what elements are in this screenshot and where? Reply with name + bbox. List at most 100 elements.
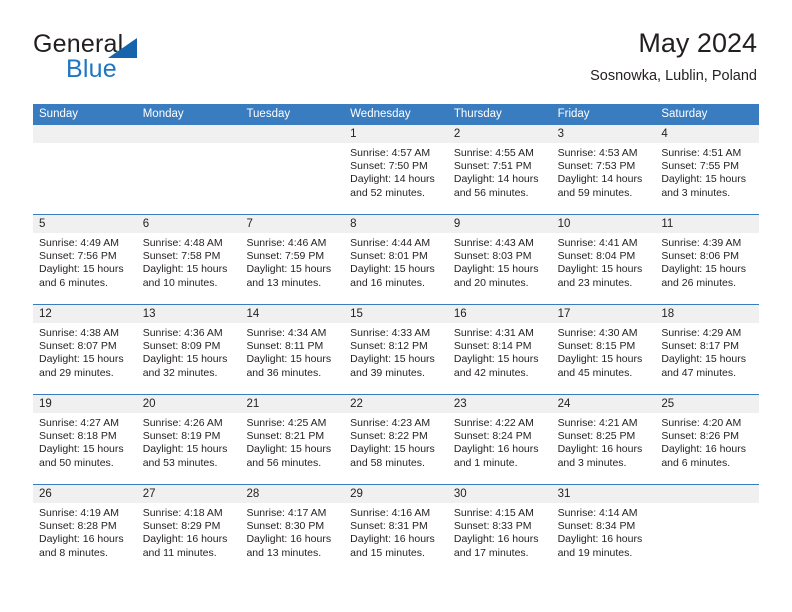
- daylight-text-line1: Daylight: 15 hours: [142, 353, 228, 366]
- general-blue-logo[interactable]: General Blue: [33, 32, 253, 92]
- day-cell[interactable]: 9 Sunrise: 4:43 AM Sunset: 8:03 PM Daylight…: [447, 215, 552, 304]
- daylight-text-line1: Daylight: 16 hours: [661, 443, 746, 456]
- day-cell-empty: [136, 125, 241, 214]
- day-cell[interactable]: 25 Sunrise: 4:20 AM Sunset: 8:26 PM Dayligh…: [655, 395, 760, 484]
- day-sun-info: Sunrise: 4:36 AM Sunset: 8:09 PM Daylight:…: [137, 323, 241, 380]
- day-cell[interactable]: 14 Sunrise: 4:34 AM Sunset: 8:11 PM Dayligh…: [240, 305, 345, 394]
- sunrise-text: Sunrise: 4:49 AM: [39, 237, 119, 249]
- day-number: 27: [136, 485, 241, 503]
- daylight-text-line2: and 45 minutes.: [557, 366, 633, 379]
- day-number: 15: [344, 305, 448, 323]
- daylight-text-line1: Daylight: 15 hours: [453, 263, 539, 276]
- day-cell-empty: [33, 125, 137, 214]
- day-sun-info: Sunrise: 4:29 AM Sunset: 8:17 PM Daylight:…: [655, 323, 759, 380]
- day-cell-empty: [240, 125, 345, 214]
- day-number: 10: [551, 215, 656, 233]
- day-cell[interactable]: 26 Sunrise: 4:19 AM Sunset: 8:28 PM Dayligh…: [33, 485, 137, 574]
- day-cell[interactable]: 23 Sunrise: 4:22 AM Sunset: 8:24 PM Dayligh…: [447, 395, 552, 484]
- day-number: 17: [551, 305, 656, 323]
- daylight-text-line2: and 47 minutes.: [661, 366, 737, 379]
- day-cell[interactable]: 11 Sunrise: 4:39 AM Sunset: 8:06 PM Dayligh…: [655, 215, 760, 304]
- day-number: 13: [136, 305, 241, 323]
- daylight-text-line1: Daylight: 15 hours: [350, 263, 435, 276]
- calendar-grid: Sunday Monday Tuesday Wednesday Thursday Frid…: [33, 104, 760, 574]
- day-cell[interactable]: 3 Sunrise: 4:53 AM Sunset: 7:53 PM Daylight…: [551, 125, 656, 214]
- weekday-header-row: Sunday Monday Tuesday Wednesday Thursday Frid…: [33, 104, 759, 125]
- sunset-text: Sunset: 8:24 PM: [453, 430, 532, 443]
- sunrise-text: Sunrise: 4:15 AM: [453, 507, 534, 519]
- day-number: 22: [344, 395, 448, 413]
- day-cell[interactable]: 5 Sunrise: 4:49 AM Sunset: 7:56 PM Daylight…: [33, 215, 137, 304]
- day-cell[interactable]: 24 Sunrise: 4:21 AM Sunset: 8:25 PM Dayligh…: [551, 395, 656, 484]
- weekday-header-saturday: Saturday: [661, 108, 708, 120]
- sunset-text: Sunset: 8:26 PM: [661, 430, 739, 443]
- day-cell[interactable]: 7 Sunrise: 4:46 AM Sunset: 7:59 PM Daylight…: [240, 215, 345, 304]
- sunset-text: Sunset: 8:22 PM: [350, 430, 428, 443]
- sunset-text: Sunset: 8:25 PM: [557, 430, 636, 443]
- day-cell[interactable]: 30 Sunrise: 4:15 AM Sunset: 8:33 PM Dayligh…: [447, 485, 552, 574]
- day-cell[interactable]: 10 Sunrise: 4:41 AM Sunset: 8:04 PM Dayligh…: [551, 215, 656, 304]
- daylight-text-line2: and 59 minutes.: [557, 186, 633, 199]
- page-header: General Blue May 2024 Sosnowka, Lublin, …: [33, 28, 757, 98]
- day-cell[interactable]: 22 Sunrise: 4:23 AM Sunset: 8:22 PM Dayligh…: [344, 395, 448, 484]
- day-sun-info: Sunrise: 4:38 AM Sunset: 8:07 PM Daylight:…: [33, 323, 137, 380]
- day-cell[interactable]: 27 Sunrise: 4:18 AM Sunset: 8:29 PM Dayligh…: [136, 485, 241, 574]
- daylight-text-line1: Daylight: 16 hours: [142, 533, 228, 546]
- day-cell[interactable]: 29 Sunrise: 4:16 AM Sunset: 8:31 PM Dayligh…: [344, 485, 448, 574]
- day-cell[interactable]: 20 Sunrise: 4:26 AM Sunset: 8:19 PM Dayligh…: [136, 395, 241, 484]
- title-block: May 2024 Sosnowka, Lublin, Poland: [590, 28, 757, 85]
- day-cell[interactable]: 17 Sunrise: 4:30 AM Sunset: 8:15 PM Dayligh…: [551, 305, 656, 394]
- sunrise-text: Sunrise: 4:33 AM: [350, 327, 431, 339]
- day-cell[interactable]: 1 Sunrise: 4:57 AM Sunset: 7:50 PM Daylight…: [344, 125, 448, 214]
- day-number: 30: [447, 485, 552, 503]
- weekday-header-wednesday: Wednesday: [350, 108, 411, 120]
- daylight-text-line2: and 52 minutes.: [350, 186, 425, 199]
- weekday-header-thursday: Thursday: [453, 108, 502, 120]
- sunset-text: Sunset: 8:28 PM: [39, 520, 117, 533]
- day-sun-info: Sunrise: 4:43 AM Sunset: 8:03 PM Daylight:…: [448, 233, 552, 290]
- sunset-text: Sunset: 7:53 PM: [557, 160, 636, 173]
- daylight-text-line2: and 23 minutes.: [557, 276, 633, 289]
- day-number: 1: [344, 125, 448, 143]
- day-number: 24: [551, 395, 656, 413]
- day-cell[interactable]: 4 Sunrise: 4:51 AM Sunset: 7:55 PM Daylight…: [655, 125, 760, 214]
- sunset-text: Sunset: 8:06 PM: [661, 250, 739, 263]
- sunrise-text: Sunrise: 4:21 AM: [557, 417, 638, 429]
- day-cell[interactable]: 21 Sunrise: 4:25 AM Sunset: 8:21 PM Dayligh…: [240, 395, 345, 484]
- day-cell[interactable]: 19 Sunrise: 4:27 AM Sunset: 8:18 PM Dayligh…: [33, 395, 137, 484]
- day-cell[interactable]: 12 Sunrise: 4:38 AM Sunset: 8:07 PM Dayligh…: [33, 305, 137, 394]
- daylight-text-line2: and 32 minutes.: [142, 366, 218, 379]
- daylight-text-line2: and 19 minutes.: [557, 546, 633, 559]
- day-cell[interactable]: 13 Sunrise: 4:36 AM Sunset: 8:09 PM Dayligh…: [136, 305, 241, 394]
- sunset-text: Sunset: 7:50 PM: [350, 160, 428, 173]
- calendar-weeks: 1 Sunrise: 4:57 AM Sunset: 7:50 PM Daylight…: [33, 125, 760, 574]
- sunrise-text: Sunrise: 4:55 AM: [453, 147, 534, 159]
- day-cell[interactable]: 16 Sunrise: 4:31 AM Sunset: 8:14 PM Dayligh…: [447, 305, 552, 394]
- day-sun-info: Sunrise: 4:20 AM Sunset: 8:26 PM Daylight:…: [655, 413, 759, 470]
- daylight-text-line2: and 20 minutes.: [453, 276, 529, 289]
- daylight-text-line2: and 56 minutes.: [246, 456, 322, 469]
- sunrise-text: Sunrise: 4:19 AM: [39, 507, 119, 519]
- day-sun-info: Sunrise: 4:27 AM Sunset: 8:18 PM Daylight:…: [33, 413, 137, 470]
- day-number: 6: [136, 215, 241, 233]
- daylight-text-line2: and 6 minutes.: [39, 276, 108, 289]
- daylight-text-line2: and 39 minutes.: [350, 366, 425, 379]
- day-number: 16: [447, 305, 552, 323]
- day-sun-info: Sunrise: 4:14 AM Sunset: 8:34 PM Daylight:…: [552, 503, 656, 560]
- day-cell[interactable]: 31 Sunrise: 4:14 AM Sunset: 8:34 PM Dayligh…: [551, 485, 656, 574]
- day-cell[interactable]: 15 Sunrise: 4:33 AM Sunset: 8:12 PM Dayligh…: [344, 305, 448, 394]
- weekday-header-sunday: Sunday: [39, 108, 79, 120]
- day-number: 31: [551, 485, 656, 503]
- sunrise-text: Sunrise: 4:18 AM: [142, 507, 223, 519]
- day-sun-info: Sunrise: 4:19 AM Sunset: 8:28 PM Daylight:…: [33, 503, 137, 560]
- day-cell[interactable]: 2 Sunrise: 4:55 AM Sunset: 7:51 PM Daylight…: [447, 125, 552, 214]
- sunset-text: Sunset: 8:19 PM: [142, 430, 221, 443]
- sunset-text: Sunset: 8:17 PM: [661, 340, 739, 353]
- daylight-text-line2: and 11 minutes.: [142, 546, 217, 559]
- day-cell[interactable]: 6 Sunrise: 4:48 AM Sunset: 7:58 PM Daylight…: [136, 215, 241, 304]
- day-cell[interactable]: 18 Sunrise: 4:29 AM Sunset: 8:17 PM Dayligh…: [655, 305, 760, 394]
- daylight-text-line2: and 29 minutes.: [39, 366, 114, 379]
- sunset-text: Sunset: 8:21 PM: [246, 430, 325, 443]
- day-cell[interactable]: 8 Sunrise: 4:44 AM Sunset: 8:01 PM Daylight…: [344, 215, 448, 304]
- day-cell[interactable]: 28 Sunrise: 4:17 AM Sunset: 8:30 PM Dayligh…: [240, 485, 345, 574]
